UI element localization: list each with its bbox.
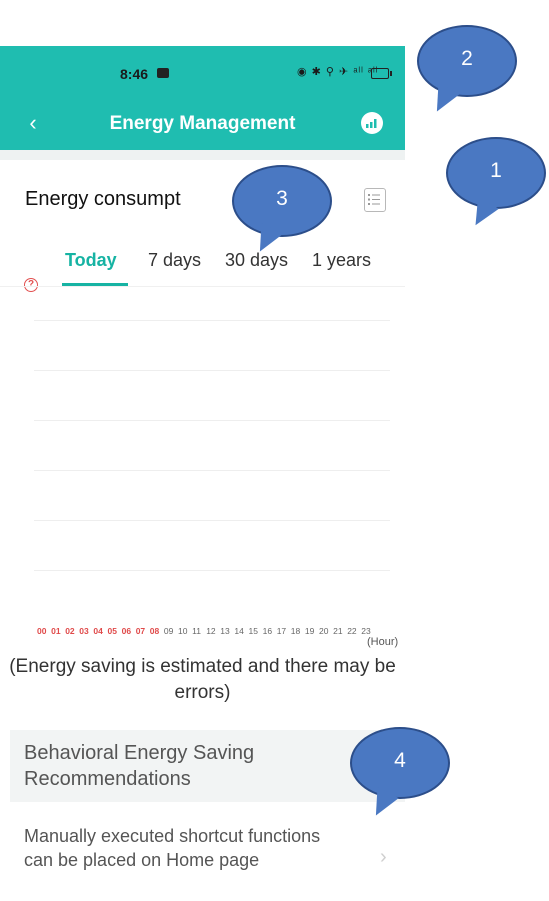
x-tick-label: 07 <box>135 626 146 636</box>
phone-screen: 8:46 ◉ ✱ ⚲ ✈ ᵃˡˡ ᵃˡˡ ‹ Energy Management… <box>0 46 405 901</box>
callout-label: 3 <box>276 187 288 210</box>
status-time: 8:46 <box>120 66 149 82</box>
help-icon[interactable]: ? <box>24 278 38 292</box>
callout-label: 2 <box>461 47 473 70</box>
x-tick-label: 10 <box>178 626 188 636</box>
x-tick-label: 00 <box>37 626 47 636</box>
x-tick-label: 19 <box>304 626 315 636</box>
x-tick-label: 15 <box>248 626 258 636</box>
statistics-button[interactable] <box>361 112 383 134</box>
list-filter-button[interactable] <box>364 188 386 212</box>
x-tick-label: 09 <box>163 626 174 636</box>
chevron-right-icon: › <box>380 846 387 868</box>
recommendation-item[interactable]: Manually executed shortcut functions can… <box>10 816 405 898</box>
x-tick-label: 21 <box>333 626 343 636</box>
recommendation-text: Manually executed shortcut functions can… <box>24 826 321 870</box>
x-tick-label: 08 <box>149 626 160 636</box>
tab-7-days[interactable]: 7 days <box>148 250 201 271</box>
gallery-icon <box>157 68 169 78</box>
section-divider <box>0 150 405 160</box>
page-title: Energy Management <box>109 113 296 134</box>
chart-gridline <box>34 520 390 521</box>
x-tick-label: 23 <box>361 626 371 636</box>
list-icon <box>368 194 380 205</box>
x-tick-label: 22 <box>347 626 357 636</box>
x-tick-label: 20 <box>319 626 329 636</box>
callout-1: 1 <box>446 137 546 209</box>
x-tick-label: 14 <box>234 626 244 636</box>
estimate-note: (Energy saving is estimated and there ma… <box>9 656 396 703</box>
callout-3: 3 <box>232 165 332 237</box>
x-tick-label: 01 <box>51 626 61 636</box>
x-tick-label: 06 <box>121 626 132 636</box>
tab-1-years[interactable]: 1 years <box>312 250 371 271</box>
recommendations-header: Behavioral Energy Saving Recommendations <box>10 730 405 802</box>
chart-gridline <box>34 320 390 321</box>
x-tick-label: 11 <box>192 626 201 636</box>
status-icons: ◉ ✱ ⚲ ✈ ᵃˡˡ ᵃˡˡ <box>297 66 379 78</box>
callout-label: 1 <box>490 159 502 182</box>
battery-icon <box>371 68 392 79</box>
callout-2: 2 <box>417 25 517 97</box>
x-tick-label: 05 <box>107 626 117 636</box>
x-axis-label: (Hour) <box>367 636 399 648</box>
chart-gridline <box>34 570 390 571</box>
x-tick-label: 18 <box>290 626 301 636</box>
recommendations-title: Behavioral Energy Saving Recommendations <box>24 742 255 790</box>
tab-today[interactable]: Today <box>65 250 117 271</box>
app-bar: ‹ Energy Management <box>0 98 405 150</box>
callout-label: 4 <box>394 749 406 772</box>
bar-chart-icon <box>366 119 377 128</box>
callout-4: 4 <box>350 727 450 799</box>
x-tick-label: 17 <box>276 626 287 636</box>
chart-gridline <box>34 470 390 471</box>
tabs-divider <box>0 286 405 287</box>
x-tick-label: 12 <box>206 626 216 636</box>
energy-consumption-title: Energy consumpt <box>25 188 181 210</box>
energy-chart <box>34 320 390 620</box>
status-bar: 8:46 ◉ ✱ ⚲ ✈ ᵃˡˡ ᵃˡˡ <box>0 46 405 98</box>
x-tick-label: 13 <box>220 626 230 636</box>
x-tick-label: 16 <box>262 626 273 636</box>
chart-gridline <box>34 370 390 371</box>
x-tick-label: 02 <box>65 626 75 636</box>
x-tick-label: 03 <box>79 626 89 636</box>
chart-gridline <box>34 420 390 421</box>
tab-30-days[interactable]: 30 days <box>225 250 288 271</box>
x-tick-label: 04 <box>93 626 103 636</box>
